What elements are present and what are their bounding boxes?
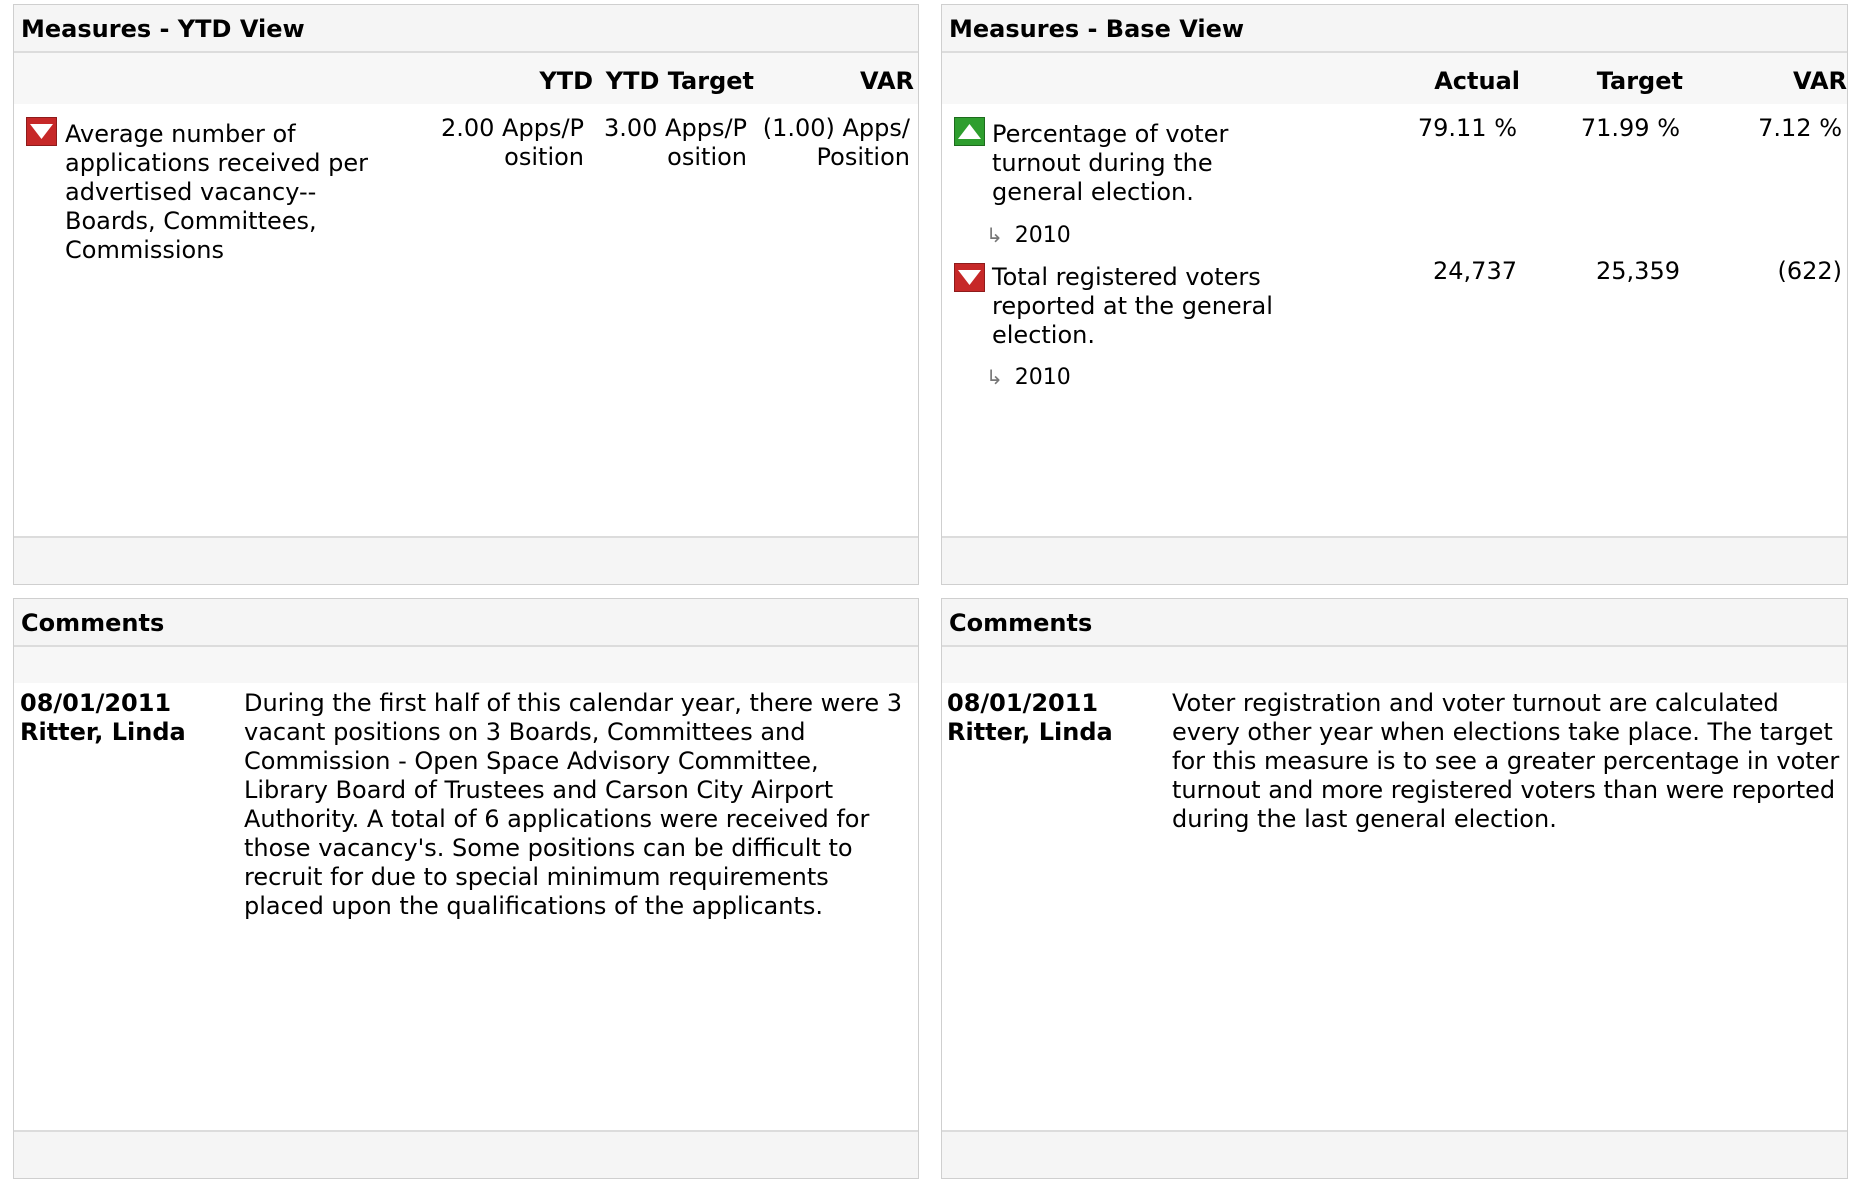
status-up-icon [954,117,985,146]
column-header-target[interactable]: Target [1597,67,1683,95]
period-row[interactable]: ↳ 2010 [986,221,1071,250]
ytd-target-value: 3.00 Apps/Position [603,114,747,171]
comment-text: Voter registration and voter turnout are… [1172,689,1840,833]
actual-value: 24,737 [1433,257,1517,285]
column-header-var[interactable]: VAR [1793,67,1847,95]
comment-date: 08/01/2011 [20,689,172,717]
panel-title: Measures - YTD View [14,5,918,53]
panel-title: Comments [14,599,918,647]
measure-name-link[interactable]: Average number of applications received … [65,120,383,265]
comments-panel-left: Comments 08/01/2011 Ritter, Linda During… [13,598,919,1179]
target-value: 71.99 % [1580,114,1680,142]
ytd-var-value: (1.00) Apps/Position [762,114,910,171]
column-header-ytd-target[interactable]: YTD Target [606,67,754,95]
comment-text: During the first half of this calendar y… [244,689,902,920]
ytd-value: 2.00 Apps/Position [440,114,584,171]
return-arrow-icon: ↳ [986,365,1003,389]
status-down-icon [954,263,985,292]
status-down-icon [26,117,57,146]
column-header-row [942,53,1847,104]
measure-name-link[interactable]: Percentage of voter turnout during the g… [992,120,1292,207]
panel-title: Comments [942,599,1847,647]
column-header-row [14,53,918,104]
comments-header-band [942,647,1847,683]
period-label: 2010 [1014,223,1071,248]
target-value: 25,359 [1596,257,1680,285]
measure-name-link[interactable]: Total registered voters reported at the … [992,263,1292,350]
comments-panel-right: Comments 08/01/2011 Ritter, Linda Voter … [941,598,1848,1179]
period-row[interactable]: ↳ 2010 [986,363,1071,392]
panel-footer [942,1130,1847,1178]
panel-footer [14,1130,918,1178]
actual-value: 79.11 % [1417,114,1517,142]
base-measures-panel: Measures - Base View Actual Target VAR P… [941,4,1848,585]
comment-author: Ritter, Linda [947,718,1113,746]
column-header-actual[interactable]: Actual [1434,67,1520,95]
column-header-var[interactable]: VAR [860,67,914,95]
ytd-measures-panel: Measures - YTD View YTD YTD Target VAR A… [13,4,919,585]
panel-footer [942,536,1847,584]
period-label: 2010 [1014,365,1071,390]
comment-author: Ritter, Linda [20,718,186,746]
column-header-ytd[interactable]: YTD [539,67,593,95]
return-arrow-icon: ↳ [986,223,1003,247]
var-value: (622) [1777,257,1842,285]
comment-date: 08/01/2011 [947,689,1099,717]
panel-footer [14,536,918,584]
panel-title: Measures - Base View [942,5,1847,53]
var-value: 7.12 % [1758,114,1842,142]
comments-header-band [14,647,918,683]
